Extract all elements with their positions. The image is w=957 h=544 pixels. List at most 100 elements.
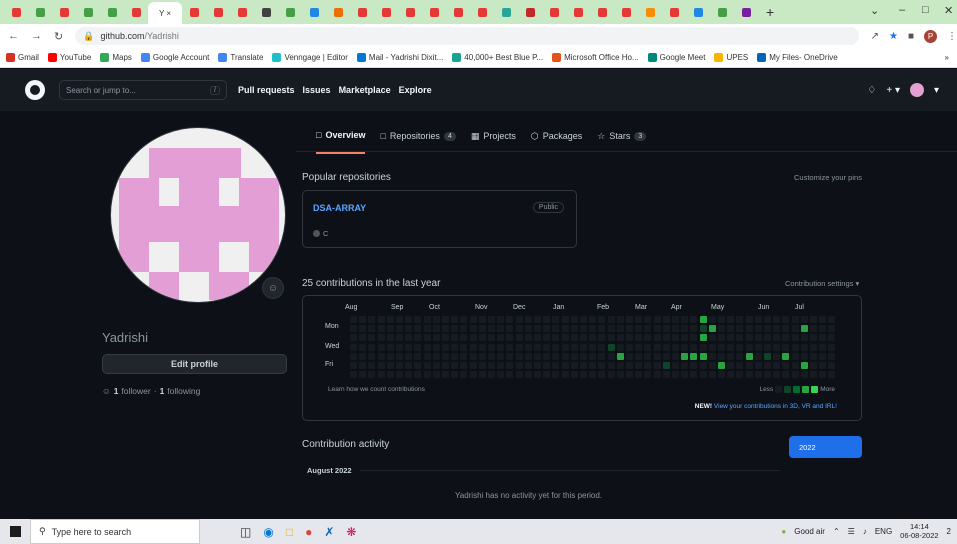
contribution-day-cell[interactable] [727, 362, 735, 369]
browser-tab[interactable] [350, 3, 374, 21]
extensions-icon[interactable]: ■ [908, 31, 914, 42]
browser-tab[interactable] [124, 3, 148, 21]
contribution-day-cell[interactable] [442, 371, 449, 379]
contribution-day-cell[interactable] [405, 362, 413, 369]
contribution-day-cell[interactable] [515, 371, 523, 379]
contribution-day-cell[interactable] [708, 316, 716, 323]
contribution-day-cell[interactable] [635, 371, 643, 379]
contribution-day-cell[interactable] [635, 325, 643, 333]
repo-name-link[interactable]: DSA-ARRAY [313, 203, 366, 213]
contribution-day-cell[interactable] [359, 325, 367, 333]
contribution-day-cell[interactable] [690, 352, 698, 360]
contribution-day-cell[interactable] [745, 334, 753, 342]
contribution-day-cell[interactable] [543, 316, 551, 323]
contribution-day-cell[interactable] [607, 334, 615, 342]
create-new-button[interactable]: + ▾ [886, 85, 900, 96]
contribution-day-cell[interactable] [754, 371, 762, 379]
contribution-day-cell[interactable] [598, 362, 606, 369]
contribution-day-cell[interactable] [451, 316, 459, 323]
contribution-day-cell[interactable] [350, 352, 357, 360]
contribution-day-cell[interactable] [350, 325, 357, 333]
contribution-day-cell[interactable] [607, 352, 615, 360]
contribution-day-cell[interactable] [589, 325, 597, 333]
contribution-day-cell[interactable] [524, 334, 532, 342]
contribution-day-cell[interactable] [488, 371, 495, 379]
contribution-day-cell[interactable] [727, 352, 735, 360]
contribution-day-cell[interactable] [727, 371, 735, 379]
browser-tab[interactable] [326, 3, 350, 21]
following-count[interactable]: 1 [160, 386, 165, 396]
contribution-day-cell[interactable] [745, 362, 753, 369]
contribution-day-cell[interactable] [451, 325, 459, 333]
contribution-day-cell[interactable] [405, 325, 413, 333]
contribution-day-cell[interactable] [359, 334, 367, 342]
contribution-day-cell[interactable] [478, 316, 486, 323]
close-tab-icon[interactable]: × [166, 9, 171, 18]
contribution-day-cell[interactable] [478, 334, 486, 342]
contribution-day-cell[interactable] [488, 334, 495, 342]
contribution-day-cell[interactable] [552, 325, 560, 333]
contribution-day-cell[interactable] [828, 343, 836, 351]
browser-tab[interactable] [494, 3, 518, 21]
contribution-day-cell[interactable] [773, 316, 781, 323]
year-2022-button[interactable]: 2022 [789, 436, 862, 458]
contribution-settings-dropdown[interactable]: Contribution settings ▾ [785, 279, 859, 288]
contribution-day-cell[interactable] [524, 371, 532, 379]
browser-tab[interactable] [470, 3, 494, 21]
contribution-day-cell[interactable] [561, 316, 569, 323]
contribution-day-cell[interactable] [589, 362, 597, 369]
nav-pull-requests[interactable]: Pull requests [238, 85, 295, 95]
contribution-day-cell[interactable] [616, 316, 624, 323]
contribution-day-cell[interactable] [561, 352, 569, 360]
contribution-day-cell[interactable] [506, 316, 514, 323]
user-avatar-menu[interactable] [909, 83, 924, 97]
browser-tab[interactable] [542, 3, 566, 21]
contribution-day-cell[interactable] [598, 325, 606, 333]
contribution-day-cell[interactable] [828, 325, 836, 333]
contribution-day-cell[interactable] [662, 371, 670, 379]
contribution-day-cell[interactable] [451, 343, 459, 351]
contribution-day-cell[interactable] [607, 362, 615, 369]
browser-tab[interactable] [398, 3, 422, 21]
nav-explore[interactable]: Explore [399, 85, 432, 95]
contribution-day-cell[interactable] [828, 352, 836, 360]
contribution-day-cell[interactable] [561, 334, 569, 342]
contribution-day-cell[interactable] [690, 316, 698, 323]
contribution-day-cell[interactable] [699, 334, 707, 342]
contribution-day-cell[interactable] [589, 343, 597, 351]
contribution-day-cell[interactable] [607, 371, 615, 379]
contribution-day-cell[interactable] [810, 316, 817, 323]
contribution-day-cell[interactable] [414, 362, 422, 369]
contribution-day-cell[interactable] [570, 343, 578, 351]
contribution-day-cell[interactable] [653, 362, 661, 369]
contribution-day-cell[interactable] [534, 362, 541, 369]
browser-tab[interactable] [518, 3, 542, 21]
contribution-day-cell[interactable] [396, 325, 403, 333]
contribution-day-cell[interactable] [442, 352, 449, 360]
contribution-day-cell[interactable] [460, 362, 468, 369]
contribution-day-cell[interactable] [644, 352, 652, 360]
contribution-day-cell[interactable] [405, 352, 413, 360]
contribution-day-cell[interactable] [423, 362, 431, 369]
contribution-day-cell[interactable] [442, 343, 449, 351]
contribution-day-cell[interactable] [423, 334, 431, 342]
browser-tab[interactable] [182, 3, 206, 21]
contribution-day-cell[interactable] [727, 316, 735, 323]
contribution-day-cell[interactable] [442, 334, 449, 342]
contribution-day-cell[interactable] [644, 371, 652, 379]
contribution-day-cell[interactable] [662, 325, 670, 333]
contribution-day-cell[interactable] [442, 316, 449, 323]
contribution-day-cell[interactable] [727, 343, 735, 351]
contribution-day-cell[interactable] [727, 334, 735, 342]
contribution-day-cell[interactable] [515, 325, 523, 333]
browser-tab[interactable] [662, 3, 686, 21]
contribution-day-cell[interactable] [377, 362, 385, 369]
contribution-day-cell[interactable] [405, 334, 413, 342]
contribution-day-cell[interactable] [736, 371, 744, 379]
taskbar-search-input[interactable]: ⚲ Type here to search [30, 519, 200, 544]
contribution-day-cell[interactable] [396, 371, 403, 379]
contribution-day-cell[interactable] [782, 371, 790, 379]
bookmark-item[interactable]: My Files- OneDrive [757, 53, 838, 62]
bookmark-item[interactable]: Google Account [140, 53, 209, 62]
contribution-day-cell[interactable] [699, 343, 707, 351]
